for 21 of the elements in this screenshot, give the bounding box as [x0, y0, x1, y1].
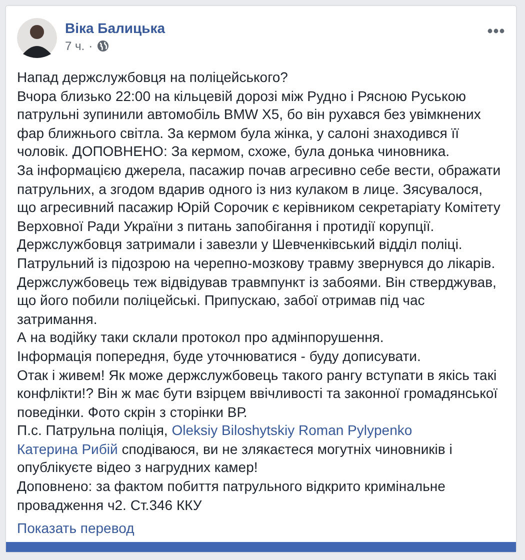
- post-paragraph: Патрульний із підозрою на черепно-мозкову травму звернувся до лікарів.: [17, 254, 496, 273]
- post-paragraph: Напад держслужбовця на поліцейського?: [17, 68, 289, 87]
- post-paragraph: Отак і живем! Як може держслужбовець такого рангу вступати в якісь такі конфлікти!? Він ж має бути взірцем ввічливості та законної громадянської поведінки. Фото скрін з сторінки ВР.: [17, 366, 499, 422]
- post-paragraph: Вчора близько 22:00 на кільцевій дорозі між Рудно і Рясною Руською патрульні зупинили автомобіль BMW X5, бо він рухався без увімкнених фар ближнього світла. За кермом була жінка, у салоні знаходився її чоловік. ДОПОВНЕНО: За кермом, схоже, була донька чиновника.: [17, 86, 482, 161]
- mention-link[interactable]: Oleksiy Biloshytskiy: [172, 422, 295, 438]
- post-paragraph: Держслужбовець теж відвідував травмпункт із забоями. Він стверджував, що його побили поліцейські. Припускаю, забої отримав під час затримання.: [17, 272, 498, 328]
- globe-icon: [96, 40, 109, 52]
- avatar[interactable]: [17, 18, 57, 58]
- author-name[interactable]: Віка Балицька: [65, 20, 479, 36]
- post-paragraph: А на водійку таки склали протокол про адмінпорушення.: [17, 328, 385, 347]
- mention-link[interactable]: Roman Pylypenko: [298, 422, 412, 438]
- post-paragraph: П.с. Патрульна поліція, Oleksiy Biloshytskiy Roman Pylypenko Катерина Рибій сподіваюся, ви не злякаєтеся могутніх чиновників і опублікуєте відео з нагрудних камер!: [17, 421, 454, 478]
- post-paragraph: За інформацією джерела, пасажир почав агресивно себе вести, ображати патрульних, а згодом вдарив одного із низ кулаком в лице. Зясувалося, що агресивний пасажир Юрій Сорочик є керівником секретаріату Комітету Верховної Ради України з питань запобігання і протидії корупції.: [17, 160, 502, 236]
- post-paragraph: Держслужбовця затримали і завезли у Шевченківський відділ поліці.: [17, 235, 464, 254]
- post-paragraph: Доповнено: за фактом побиття патрульного відкрито кримінальне провадження ч2. Ст.346 ККУ: [17, 477, 446, 514]
- show-translation-link[interactable]: Показать перевод: [17, 520, 134, 536]
- mention-link[interactable]: Катерина Рибій: [17, 440, 118, 457]
- post-paragraph: Інформація попередня, буде уточнюватися - буду дописувати.: [17, 346, 422, 366]
- post-time[interactable]: 7 ч.: [65, 39, 85, 53]
- more-options-icon[interactable]: [487, 28, 505, 34]
- separator-dot: ·: [88, 39, 93, 53]
